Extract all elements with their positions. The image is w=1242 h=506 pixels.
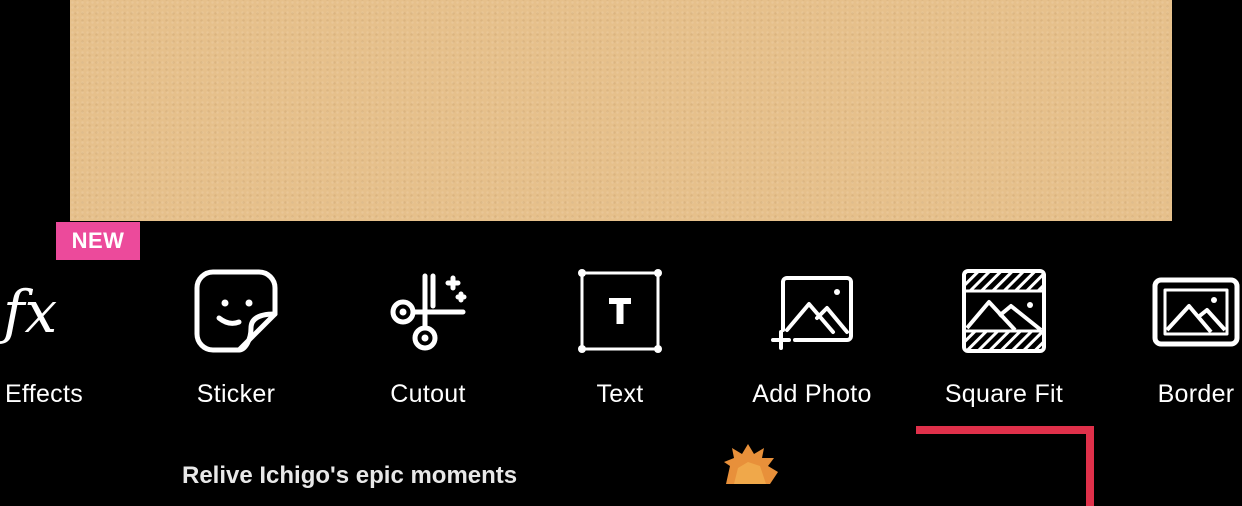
tool-sticker-label: Sticker bbox=[196, 380, 276, 408]
tool-text-label: Text bbox=[596, 380, 644, 408]
add-photo-icon bbox=[767, 266, 857, 356]
tool-sticker[interactable]: Sticker bbox=[140, 262, 332, 412]
square-fit-icon bbox=[959, 266, 1049, 356]
tool-effects[interactable]: fx Effects bbox=[0, 262, 140, 412]
tool-square-fit[interactable]: Square Fit bbox=[908, 262, 1100, 412]
photo-canvas[interactable] bbox=[70, 0, 1172, 221]
fx-icon: fx bbox=[0, 266, 89, 356]
promo-character-image[interactable] bbox=[718, 444, 784, 484]
border-icon bbox=[1151, 266, 1241, 356]
scissors-icon bbox=[383, 266, 473, 356]
tool-add-photo[interactable]: Add Photo bbox=[716, 262, 908, 412]
tool-cutout[interactable]: Cutout bbox=[332, 262, 524, 412]
tool-square-fit-label: Square Fit bbox=[944, 380, 1064, 408]
svg-text:fx: fx bbox=[0, 278, 57, 346]
tool-cutout-label: Cutout bbox=[390, 380, 466, 408]
text-box-icon bbox=[575, 266, 665, 356]
tool-effects-label: Effects bbox=[4, 380, 84, 408]
tool-text[interactable]: Text bbox=[524, 262, 716, 412]
new-badge: NEW bbox=[56, 222, 140, 260]
sticker-icon bbox=[191, 266, 281, 356]
tool-add-photo-label: Add Photo bbox=[752, 380, 872, 408]
tool-border[interactable]: Border bbox=[1100, 262, 1242, 412]
promo-banner-text[interactable]: Relive Ichigo's epic moments bbox=[182, 462, 517, 490]
promo-highlight-frame bbox=[916, 426, 1094, 506]
tool-border-label: Border bbox=[1157, 380, 1235, 408]
